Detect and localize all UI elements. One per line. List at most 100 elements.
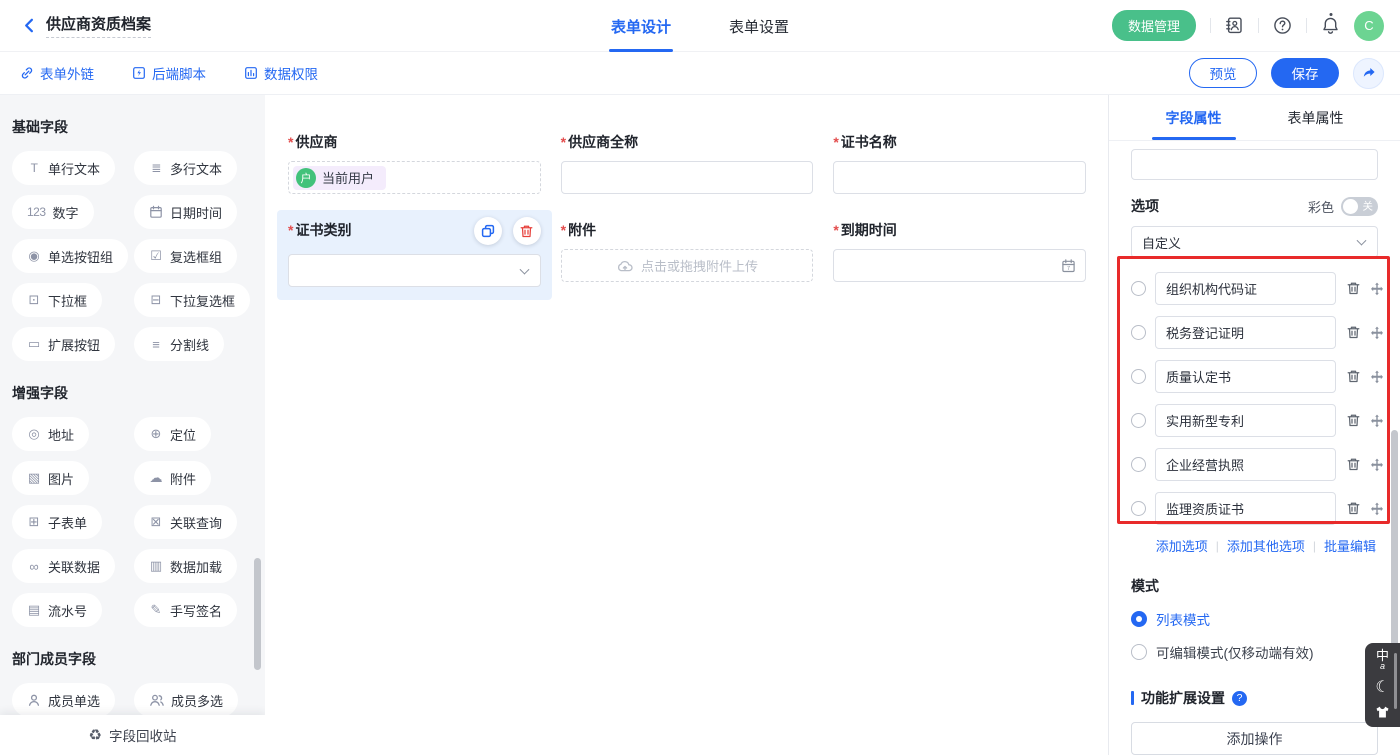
move-option-icon[interactable] (1370, 326, 1384, 340)
sidebar-scrollbar[interactable] (254, 558, 261, 670)
share-button[interactable] (1353, 58, 1384, 89)
field-type-button[interactable]: ⊡下拉框 (12, 283, 102, 317)
field-type-button[interactable]: 123数字 (12, 195, 94, 229)
field-cert-type-selected[interactable]: *证书类别 (277, 210, 552, 300)
toolbar-link[interactable]: 表单外链 (20, 63, 94, 83)
script-icon (132, 66, 146, 80)
cert-type-select[interactable] (288, 254, 541, 287)
option-radio[interactable] (1131, 457, 1146, 472)
bell-dot (1329, 13, 1332, 16)
avatar[interactable]: C (1354, 11, 1384, 41)
option-radio[interactable] (1131, 369, 1146, 384)
header-tab-2[interactable]: 表单设置 (729, 0, 789, 52)
move-option-icon[interactable] (1370, 414, 1384, 428)
field-type-button[interactable]: T单行文本 (12, 151, 115, 185)
move-option-icon[interactable] (1370, 282, 1384, 296)
extension-help-icon[interactable]: ? (1232, 691, 1247, 706)
move-option-icon[interactable] (1370, 502, 1384, 516)
field-type-button[interactable]: ⊠关联查询 (134, 505, 237, 539)
move-option-icon[interactable] (1370, 458, 1384, 472)
option-value-input[interactable] (1155, 404, 1336, 437)
delete-option-icon[interactable] (1346, 281, 1361, 296)
notification-bell-icon[interactable] (1321, 16, 1340, 35)
option-value-input[interactable] (1155, 272, 1336, 305)
field-supplier[interactable]: *供应商 户 当前用户 (288, 132, 541, 194)
field-type-button[interactable]: ☁附件 (134, 461, 211, 495)
save-button[interactable]: 保存 (1271, 58, 1339, 88)
option-radio[interactable] (1131, 325, 1146, 340)
delete-field-button[interactable] (513, 217, 541, 245)
contacts-book-icon[interactable] (1225, 16, 1244, 35)
option-radio[interactable] (1131, 413, 1146, 428)
field-type-button[interactable]: ▭扩展按钮 (12, 327, 115, 361)
field-recycle-bin[interactable]: ♻ 字段回收站 (0, 715, 265, 755)
field-type-button[interactable]: ≣多行文本 (134, 151, 237, 185)
field-type-button[interactable]: ▤流水号 (12, 593, 102, 627)
theme-skin-icon[interactable] (1375, 705, 1390, 719)
field-type-button[interactable]: ✎手写签名 (134, 593, 237, 627)
field-type-button[interactable]: 日期时间 (134, 195, 237, 229)
delete-option-icon[interactable] (1346, 457, 1361, 472)
field-title-input[interactable] (1131, 149, 1378, 180)
data-manage-button[interactable]: 数据管理 (1112, 10, 1196, 41)
option-radio[interactable] (1131, 281, 1146, 296)
expire-date-input[interactable]: 7 (833, 249, 1086, 282)
field-type-button[interactable]: ▥数据加载 (134, 549, 237, 583)
field-attachment[interactable]: *附件 点击或拖拽附件上传 (561, 210, 814, 300)
delete-option-icon[interactable] (1346, 501, 1361, 516)
panel-body: 选项 彩色 关 自定义 添加选项|添加其他选项|批量编辑 模式 (1109, 141, 1400, 755)
dark-mode-icon[interactable]: ☾ (1375, 680, 1389, 695)
field-type-button[interactable]: 成员单选 (12, 683, 115, 717)
canvas-row-1: *供应商 户 当前用户 *供应商全称 *证书名称 (288, 132, 1086, 194)
option-action-link[interactable]: 批量编辑 (1324, 536, 1376, 555)
field-type-button[interactable]: ⊟下拉复选框 (134, 283, 250, 317)
back-button[interactable] (16, 13, 42, 39)
field-type-button[interactable]: ◉单选按钮组 (12, 239, 128, 273)
option-radio[interactable] (1131, 501, 1146, 516)
field-type-button[interactable]: ≡分割线 (134, 327, 224, 361)
attachment-upload-area[interactable]: 点击或拖拽附件上传 (561, 249, 814, 282)
toolbar-link[interactable]: 后端脚本 (132, 63, 206, 83)
delete-option-icon[interactable] (1346, 325, 1361, 340)
duplicate-field-button[interactable] (474, 217, 502, 245)
field-cert-name[interactable]: *证书名称 (833, 132, 1086, 194)
add-action-button[interactable]: 添加操作 (1131, 722, 1378, 755)
toolbar-link[interactable]: 数据权限 (244, 63, 318, 83)
option-value-input[interactable] (1155, 448, 1336, 481)
mode-radio-option[interactable]: 可编辑模式(仅移动端有效) (1131, 642, 1378, 662)
user-tag-icon: 户 (296, 168, 316, 188)
field-type-button[interactable]: 成员多选 (134, 683, 238, 717)
field-type-button[interactable]: ⊞子表单 (12, 505, 102, 539)
language-toggle[interactable]: 中a (1376, 650, 1389, 670)
header-tab-1[interactable]: 表单设计 (611, 0, 671, 52)
mode-radio-option[interactable]: 列表模式 (1131, 609, 1378, 629)
delete-option-icon[interactable] (1346, 369, 1361, 384)
delete-option-icon[interactable] (1346, 413, 1361, 428)
option-action-link[interactable]: 添加其他选项 (1227, 536, 1305, 555)
field-expire-time[interactable]: *到期时间 7 (833, 210, 1086, 300)
option-value-input[interactable] (1155, 316, 1336, 349)
help-icon[interactable] (1273, 16, 1292, 35)
checkbox-icon: ☑ (149, 248, 163, 264)
option-source-select[interactable]: 自定义 (1131, 226, 1378, 258)
text-icon: T (27, 161, 41, 175)
field-type-button[interactable]: ▧图片 (12, 461, 89, 495)
panel-scrollbar[interactable] (1391, 430, 1398, 660)
field-type-button[interactable]: ☑复选框组 (134, 239, 237, 273)
panel-tab-2[interactable]: 表单属性 (1288, 95, 1344, 140)
field-type-button[interactable]: ∞关联数据 (12, 549, 115, 583)
option-action-link[interactable]: 添加选项 (1156, 536, 1208, 555)
image-icon: ▧ (27, 470, 41, 486)
option-value-input[interactable] (1155, 360, 1336, 393)
field-type-button[interactable]: ◎地址 (12, 417, 89, 451)
field-supplier-fullname[interactable]: *供应商全称 (561, 132, 814, 194)
cert-name-input[interactable] (833, 161, 1086, 194)
move-option-icon[interactable] (1370, 370, 1384, 384)
option-value-input[interactable] (1155, 492, 1336, 525)
color-toggle[interactable]: 关 (1341, 197, 1378, 216)
panel-tab-1[interactable]: 字段属性 (1166, 95, 1222, 140)
supplier-input[interactable]: 户 当前用户 (288, 161, 541, 194)
field-type-button[interactable]: ⊕定位 (134, 417, 211, 451)
supplier-fullname-input[interactable] (561, 161, 814, 194)
preview-button[interactable]: 预览 (1189, 58, 1257, 88)
